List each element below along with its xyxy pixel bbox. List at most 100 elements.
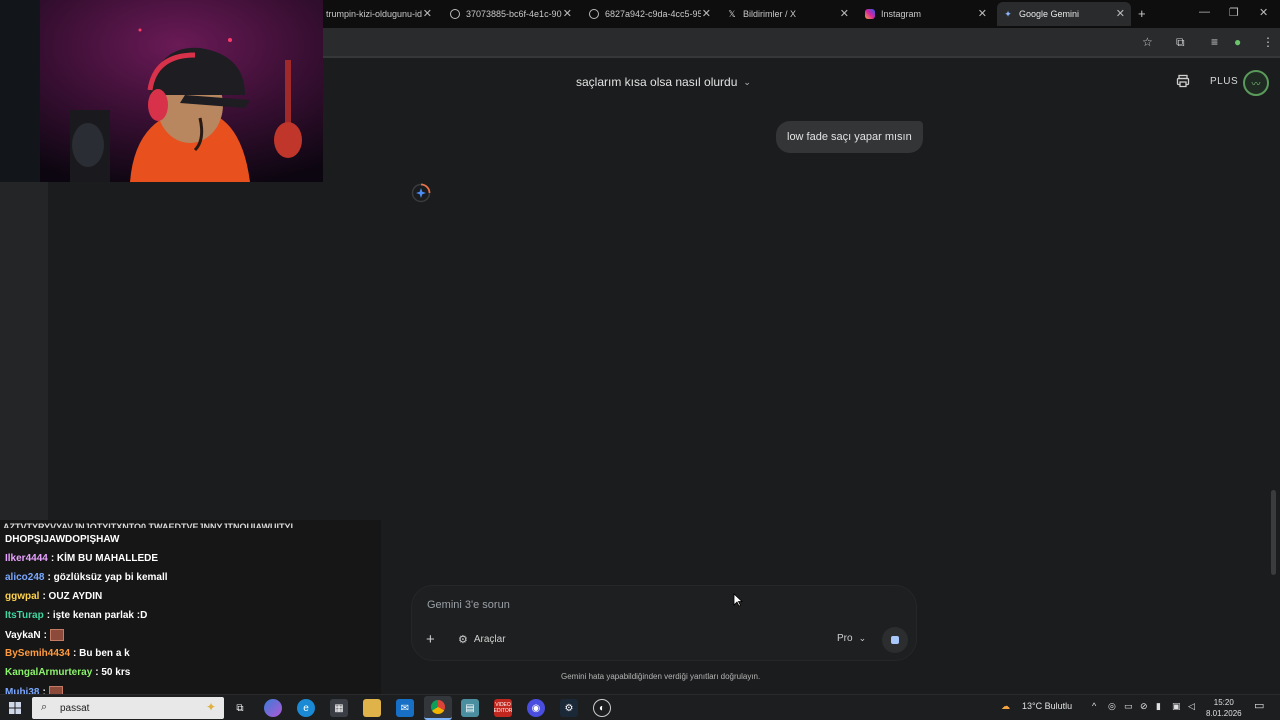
taskbar-clock[interactable]: 15:20 8.01.2026 (1206, 697, 1242, 719)
chrome-icon[interactable] (424, 696, 452, 720)
model-label: Pro (837, 633, 853, 644)
chat-cut-off-line: AZTVTYRYVYAVJNJOTYITXNTO0 TWAEDTVEJNNYJT… (3, 522, 294, 528)
chat-message: BySemih4434: Bu ben a k (5, 648, 130, 659)
chat-text: : KİM BU MAHALLEDE (50, 553, 159, 564)
windows-taskbar: ⌕ passat ✦ ⧉ e ▦ ✉ ▤ VIDEO EDITOR ◉ ⚙ ◐ … (0, 694, 1280, 720)
network-icon[interactable]: ▣ (1172, 701, 1181, 712)
tab-uuid-1[interactable]: 37073885-bc6f-4e1c-908 ✕ (444, 2, 578, 26)
notifications-icon[interactable]: ▭ (1254, 699, 1264, 712)
obs-icon[interactable]: ◐ (593, 699, 611, 717)
chat-username[interactable]: KangalArmurteray (5, 667, 92, 678)
notes-app-icon[interactable]: ▤ (461, 699, 479, 717)
minimize-icon[interactable]: — (1199, 6, 1210, 18)
tab-trump[interactable]: trumpin-kizi-oldugunu-id ✕ (320, 2, 438, 26)
chat-text: : OUZ AYDIN (42, 591, 103, 602)
store-icon[interactable]: ▦ (330, 699, 348, 717)
media-controls-icon[interactable]: ≡ (1211, 35, 1218, 49)
microphone-icon[interactable]: ▮ (1156, 701, 1161, 712)
volume-icon[interactable]: ◁ (1188, 701, 1195, 712)
tab-x-notifications[interactable]: 𝕏 Bildirimler / X ✕ (721, 2, 855, 26)
add-attachment-button[interactable]: + (426, 632, 435, 648)
taskbar-search[interactable]: ⌕ passat ✦ (32, 697, 224, 719)
tab-title: 37073885-bc6f-4e1c-908 (466, 9, 562, 19)
stop-generation-button[interactable] (882, 627, 908, 653)
chat-text: : Bu ben a k (73, 648, 130, 659)
tab-title: Instagram (881, 9, 922, 19)
close-icon[interactable]: ✕ (1116, 8, 1125, 20)
menu-kebab-icon[interactable]: ⋮ (1262, 35, 1274, 49)
stop-icon (891, 636, 899, 644)
chat-text: : gözlüksüz yap bi kemall (47, 572, 168, 583)
tab-title: Bildirimler / X (743, 9, 797, 19)
tab-uuid-2[interactable]: 6827a942-c9da-4cc5-956 ✕ (583, 2, 717, 26)
prompt-composer: + ⚙ Araçlar Pro ⌄ (411, 585, 917, 661)
chat-message: DHOPŞIJAWDOPIŞHAW (5, 534, 119, 545)
messenger-icon[interactable]: ◉ (527, 699, 545, 717)
chat-message: KangalArmurteray: 50 krs (5, 667, 130, 678)
window-close-icon[interactable]: ✕ (1259, 6, 1268, 19)
tools-label: Araçlar (473, 634, 506, 645)
chat-message: VaykaN: (5, 629, 64, 641)
x-logo-icon: 𝕏 (728, 9, 736, 19)
tray-chevron-up-icon[interactable]: ^ (1092, 701, 1096, 711)
chat-text: : işte kenan parlak :D (46, 610, 148, 621)
chat-username[interactable]: ItsTurap (5, 610, 44, 621)
task-view-icon[interactable]: ⧉ (231, 699, 249, 717)
scrollbar-thumb[interactable] (1271, 490, 1276, 575)
instagram-icon (865, 9, 875, 19)
chevron-down-icon: ⌄ (858, 633, 867, 643)
extensions-icon[interactable]: ⧉ (1176, 35, 1185, 49)
chat-message: alico248: gözlüksüz yap bi kemall (5, 572, 168, 583)
prompt-input[interactable] (427, 599, 807, 611)
edge-icon[interactable]: e (297, 699, 315, 717)
model-selector[interactable]: Pro ⌄ (837, 633, 866, 644)
chat-message: Ilker4444: KİM BU MAHALLEDE (5, 553, 158, 564)
tab-google-gemini[interactable]: ✦ Google Gemini ✕ (997, 2, 1131, 26)
close-icon[interactable]: ✕ (423, 8, 432, 20)
gemini-icon: ✦ (1004, 9, 1012, 19)
weather-text[interactable]: 13°C Bulutlu (1022, 701, 1072, 711)
close-icon[interactable]: ✕ (840, 8, 849, 20)
chat-username[interactable]: ggwpal (5, 591, 39, 602)
windows-start-icon[interactable] (8, 699, 22, 717)
conversation-title[interactable]: saçlarım kısa olsa nasıl olurdu ⌄ (576, 75, 751, 89)
weather-icon[interactable]: ☁ (1001, 701, 1010, 712)
file-explorer-icon[interactable] (363, 699, 381, 717)
chat-username[interactable]: alico248 (5, 572, 44, 583)
chat-message: ItsTurap: işte kenan parlak :D (5, 610, 147, 621)
avatar[interactable]: 〰 (1243, 70, 1269, 96)
close-icon[interactable]: ✕ (563, 8, 572, 20)
copilot-icon[interactable] (264, 699, 282, 717)
close-icon[interactable]: ✕ (702, 8, 711, 20)
search-highlight-icon: ✦ (205, 700, 216, 714)
restore-icon[interactable]: ❐ (1229, 6, 1239, 19)
mute-icon[interactable]: ⊘ (1140, 701, 1148, 712)
share-print-icon[interactable] (1176, 74, 1190, 88)
video-editor-icon[interactable]: VIDEO EDITOR (494, 699, 512, 717)
chat-text: : 50 krs (95, 667, 131, 678)
clock-time: 15:20 (1213, 698, 1234, 707)
bookmark-star-icon[interactable]: ☆ (1142, 35, 1153, 49)
screen: trumpin-kizi-oldugunu-id ✕ 37073885-bc6f… (0, 0, 1280, 720)
new-tab-button[interactable]: + (1138, 6, 1146, 21)
emote-icon (49, 629, 64, 641)
tools-button[interactable]: ⚙ Araçlar (458, 633, 506, 646)
search-text: passat (60, 702, 90, 714)
battery-icon[interactable]: ▭ (1124, 701, 1133, 712)
user-message-bubble: low fade saçı yapar mısın (776, 121, 923, 153)
globe-icon (589, 9, 599, 19)
conversation-title-text: saçlarım kısa olsa nasıl olurdu (576, 75, 738, 89)
chat-username[interactable]: BySemih4434 (5, 648, 70, 659)
search-icon: ⌕ (41, 701, 48, 713)
gemini-loading-icon (411, 183, 431, 203)
tab-instagram[interactable]: Instagram ✕ (859, 2, 993, 26)
tab-title: Google Gemini (1019, 9, 1080, 19)
steam-tray-icon[interactable]: ◎ (1108, 701, 1116, 712)
profile-icon[interactable]: ● (1234, 35, 1241, 49)
chat-username[interactable]: VaykaN (5, 630, 41, 641)
chat-username[interactable]: Ilker4444 (5, 553, 48, 564)
outlook-icon[interactable]: ✉ (396, 699, 414, 717)
steam-icon[interactable]: ⚙ (560, 699, 578, 717)
webcam-feed (0, 0, 323, 182)
close-icon[interactable]: ✕ (978, 8, 987, 20)
